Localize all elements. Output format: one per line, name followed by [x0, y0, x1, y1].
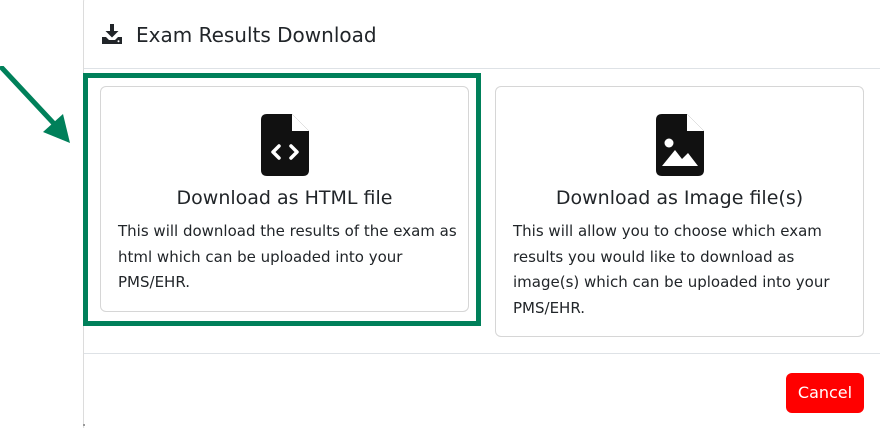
annotation-arrow-icon	[0, 66, 70, 143]
file-code-icon	[261, 114, 309, 176]
download-html-option[interactable]: Download as HTML file This will download…	[100, 86, 469, 312]
screen: Exam Results Download Download as HTML f…	[0, 0, 880, 428]
html-option-description: This will download the results of the ex…	[118, 222, 457, 291]
download-image-option[interactable]: Download as Image file(s) This will allo…	[495, 86, 864, 337]
dialog-title: Exam Results Download	[136, 23, 377, 47]
cancel-button[interactable]: Cancel	[786, 373, 864, 413]
corner-mark	[83, 424, 85, 426]
image-option-description: This will allow you to choose which exam…	[513, 222, 830, 317]
image-option-title: Download as Image file(s)	[555, 187, 804, 209]
file-image-icon	[656, 114, 704, 176]
footer-divider	[84, 353, 880, 354]
exam-results-download-dialog: Exam Results Download Download as HTML f…	[83, 0, 880, 428]
download-icon	[102, 24, 122, 44]
html-option-title: Download as HTML file	[176, 187, 393, 209]
dialog-header: Exam Results Download	[84, 0, 880, 69]
